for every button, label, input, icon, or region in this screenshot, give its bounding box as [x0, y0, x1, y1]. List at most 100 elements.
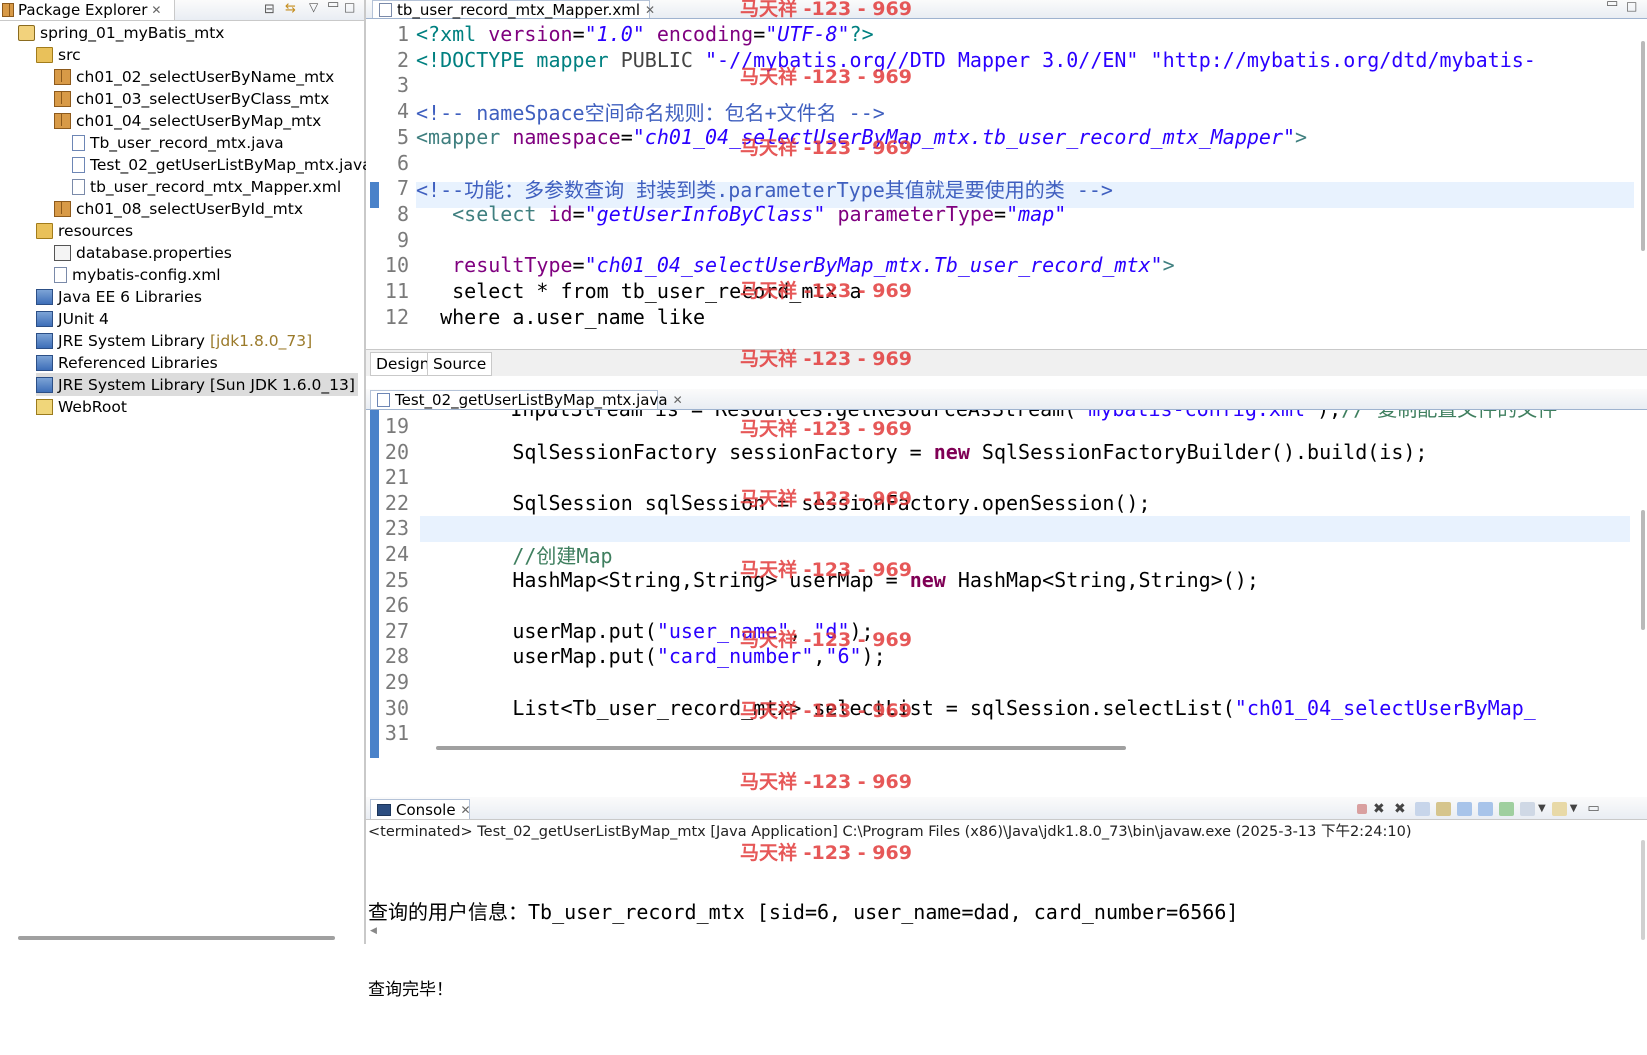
tree-item[interactable]: ch01_08_selectUserById_mtx: [54, 197, 303, 220]
close-icon[interactable]: ✕: [645, 3, 655, 17]
close-icon[interactable]: ✕: [461, 803, 471, 817]
line-number: 23: [384, 516, 409, 541]
view-menu-icon[interactable]: ▽: [309, 0, 318, 14]
java-editor-tab[interactable]: Test_02_getUserListByMap_mtx.java ✕: [370, 390, 683, 409]
tree-item[interactable]: WebRoot: [36, 395, 127, 418]
tree-item-label: Referenced Libraries: [58, 353, 218, 372]
package-explorer-tabbar: Package Explorer ✕ ⊟ ⇆ ▽ ▭ □: [0, 0, 364, 21]
tree-item[interactable]: src: [36, 43, 81, 66]
code-text: select * from tb_user_record_mtx a: [416, 279, 862, 303]
close-icon[interactable]: ✕: [673, 393, 683, 407]
line-number: 22: [384, 490, 409, 515]
xml-editor-mode-tabs: Design Source: [366, 349, 1647, 376]
tree-item-label: WebRoot: [58, 397, 127, 416]
collapse-all-icon[interactable]: ⊟: [264, 2, 275, 17]
package-explorer-tab[interactable]: Package Explorer ✕: [0, 0, 175, 20]
tree-item[interactable]: ch01_03_selectUserByClass_mtx: [54, 87, 329, 110]
chevron-down-icon[interactable]: ▼: [1570, 803, 1578, 814]
tree-item[interactable]: spring_01_myBatis_mtx: [18, 21, 224, 44]
horizontal-scrollbar[interactable]: [18, 936, 335, 940]
minimize-icon[interactable]: ▭: [1587, 801, 1599, 816]
show-on-error-icon[interactable]: [1478, 801, 1493, 816]
tree-item[interactable]: ch01_04_selectUserByMap_mtx: [54, 109, 321, 132]
library-icon: [36, 354, 53, 371]
line-number: 31: [384, 721, 409, 746]
tree-item[interactable]: ch01_02_selectUserByName_mtx: [54, 65, 334, 88]
line-number: 24: [384, 542, 409, 566]
display-console-icon[interactable]: [1520, 801, 1535, 816]
tree-item-label: JRE System Library: [58, 331, 205, 350]
maximize-icon[interactable]: □: [1626, 0, 1637, 13]
tree-item-label: Test_02_getUserListByMap_mtx.java: [90, 155, 372, 174]
vertical-scrollbar[interactable]: [1641, 840, 1645, 940]
console-toolbar: ✖ ✖ ▼ ▼ ▭: [1351, 801, 1600, 816]
java-source-editor[interactable]: InputStream is = Resources.getResourceAs…: [366, 410, 1647, 758]
tree-item[interactable]: tb_user_record_mtx_Mapper.xml: [72, 175, 341, 198]
console-output-line: 查询的用户信息：Tb_user_record_mtx [sid=6, user_…: [368, 900, 1239, 924]
tree-item-label: tb_user_record_mtx_Mapper.xml: [90, 177, 342, 196]
line-number: 4: [396, 99, 409, 124]
xml-source-editor[interactable]: 1 <?xml version="1.0" encoding="UTF-8"?> 2…: [366, 19, 1647, 359]
xml-file-icon: [379, 2, 392, 17]
console-panel: <terminated> Test_02_getUserListByMap_mt…: [366, 820, 1647, 1000]
source-folder-icon: [36, 46, 53, 63]
tree-item[interactable]: JUnit 4: [36, 307, 109, 330]
package-icon: [54, 90, 71, 107]
tab-design[interactable]: Design: [370, 352, 436, 376]
source-folder-icon: [36, 222, 53, 239]
tree-item-label: ch01_02_selectUserByName_mtx: [76, 67, 335, 86]
code-text: where a.user_name like: [416, 304, 705, 329]
watermark-text: 马天祥 -123 - 969: [740, 771, 912, 793]
maximize-icon[interactable]: □: [344, 0, 355, 14]
tree-item[interactable]: JRE System Library [jdk1.8.0_73]: [36, 329, 312, 352]
pin-console-icon[interactable]: [1499, 801, 1514, 816]
minimize-icon[interactable]: ▭: [1606, 0, 1618, 11]
clear-console-icon[interactable]: [1415, 801, 1430, 816]
minimize-icon[interactable]: ▭: [327, 0, 339, 12]
tree-item[interactable]: resources: [36, 219, 133, 242]
tree-item-label: JUnit 4: [58, 309, 109, 328]
line-number: 8: [396, 201, 409, 226]
tree-item[interactable]: mybatis-config.xml: [54, 263, 221, 286]
console-tab-label: Console: [396, 800, 456, 819]
scroll-lock-icon[interactable]: [1436, 801, 1451, 816]
terminate-icon[interactable]: [1357, 803, 1367, 814]
code-text: HashMap<String,String> userMap = new Has…: [416, 567, 1259, 592]
tree-item[interactable]: Java EE 6 Libraries: [36, 285, 202, 308]
line-number: 28: [384, 644, 409, 669]
remove-launch-icon[interactable]: ✖: [1373, 802, 1388, 816]
tree-item[interactable]: JRE System Library [Sun JDK 1.6.0_13]: [36, 373, 358, 396]
library-icon: [36, 332, 53, 349]
tree-item[interactable]: Tb_user_record_mtx.java: [72, 131, 284, 154]
tree-item[interactable]: Test_02_getUserListByMap_mtx.java: [72, 153, 372, 176]
tree-item[interactable]: database.properties: [54, 241, 232, 264]
tree-item[interactable]: Referenced Libraries: [36, 351, 218, 374]
xml-editor-tab[interactable]: tb_user_record_mtx_Mapper.xml ✕: [372, 0, 655, 19]
open-console-icon[interactable]: [1551, 801, 1567, 816]
link-with-editor-icon[interactable]: ⇆: [285, 1, 296, 16]
console-tab[interactable]: Console ✕: [370, 799, 471, 819]
code-text: userMap.put("card_number","6");: [416, 644, 886, 669]
remove-all-terminated-icon[interactable]: ✖: [1394, 802, 1409, 816]
package-icon: [54, 112, 71, 129]
vertical-scrollbar[interactable]: [1641, 510, 1645, 630]
code-text: SqlSessionFactory sessionFactory = new S…: [416, 439, 1428, 464]
java-editor-tab-label: Test_02_getUserListByMap_mtx.java: [395, 391, 668, 409]
code-text: <!--功能：多参数查询 封装到类.parameterType其值就是要使用的类…: [416, 177, 1113, 202]
xml-editor-tabbar: tb_user_record_mtx_Mapper.xml ✕ ▭ □: [366, 0, 1647, 19]
tab-source[interactable]: Source: [427, 352, 493, 376]
package-explorer-panel: Package Explorer ✕ ⊟ ⇆ ▽ ▭ □ spring_01_m…: [0, 0, 372, 944]
tree-item-label: Tb_user_record_mtx.java: [90, 133, 284, 152]
current-line-highlight: [420, 516, 1630, 542]
tree-item-decoration: [jdk1.8.0_73]: [210, 331, 313, 350]
line-number: 1: [396, 22, 409, 46]
package-explorer-tab-label: Package Explorer: [18, 1, 148, 19]
horizontal-scrollbar[interactable]: [436, 746, 1126, 750]
close-icon[interactable]: ✕: [151, 3, 161, 17]
code-text: <select id="getUserInfoByClass" paramete…: [452, 201, 1067, 226]
scroll-left-arrow-icon[interactable]: ◀: [370, 926, 377, 936]
vertical-scrollbar[interactable]: [1641, 41, 1645, 251]
chevron-down-icon[interactable]: ▼: [1538, 803, 1546, 814]
java-file-icon: [72, 156, 85, 173]
show-on-output-icon[interactable]: [1457, 801, 1472, 816]
